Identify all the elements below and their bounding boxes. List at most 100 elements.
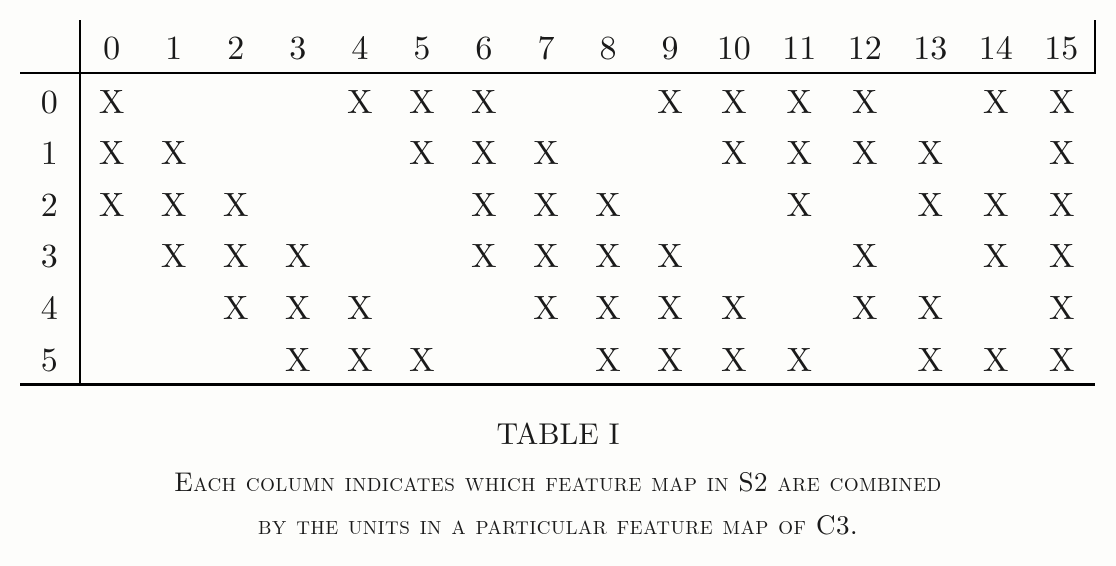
- cell: [143, 73, 205, 126]
- cell: X: [577, 177, 639, 229]
- cell: [391, 228, 453, 280]
- table-row: 4 X X X X X X X X X X: [20, 280, 1095, 332]
- cell: X: [267, 228, 329, 280]
- cell: [267, 73, 329, 126]
- caption-text-line1: Each column indicates which feature map …: [20, 459, 1096, 502]
- cell: X: [143, 125, 205, 177]
- cell: [639, 125, 701, 177]
- cell: [898, 228, 963, 280]
- col-header: 15: [1029, 20, 1096, 73]
- cell: X: [453, 125, 515, 177]
- table-row: 5 X X X X X X X X X X: [20, 332, 1095, 385]
- col-header: 14: [963, 20, 1028, 73]
- cell: [832, 177, 897, 229]
- cell: X: [701, 73, 766, 126]
- col-header: 13: [898, 20, 963, 73]
- cell: [453, 280, 515, 332]
- col-header: 10: [701, 20, 766, 73]
- cell: X: [898, 125, 963, 177]
- cell: X: [1029, 228, 1096, 280]
- cell: [80, 280, 143, 332]
- cell: X: [898, 332, 963, 385]
- cell: [329, 125, 391, 177]
- cell: [639, 177, 701, 229]
- cell: X: [963, 177, 1028, 229]
- row-header: 2: [20, 177, 80, 229]
- col-header: 1: [143, 20, 205, 73]
- cell: X: [80, 177, 143, 229]
- cell: X: [701, 125, 766, 177]
- cell: X: [832, 228, 897, 280]
- cell: X: [143, 177, 205, 229]
- cell: X: [963, 228, 1028, 280]
- cell: X: [80, 73, 143, 126]
- cell: [767, 228, 832, 280]
- cell: X: [1029, 332, 1096, 385]
- caption-text-line2: by the units in a particular feature map…: [20, 502, 1096, 545]
- cell: X: [767, 125, 832, 177]
- cell: X: [832, 73, 897, 126]
- table-row: 3 X X X X X X X X X X: [20, 228, 1095, 280]
- cell: X: [963, 332, 1028, 385]
- cell: X: [453, 228, 515, 280]
- cell: [963, 280, 1028, 332]
- cell: X: [515, 228, 577, 280]
- corner-cell: [20, 20, 80, 73]
- col-header: 3: [267, 20, 329, 73]
- col-header: 7: [515, 20, 577, 73]
- cell: [515, 73, 577, 126]
- table-container: 0 1 2 3 4 5 6 7 8 9 10 11 12 13 14 15 0 …: [20, 20, 1096, 546]
- cell: X: [205, 177, 267, 229]
- cell: [832, 332, 897, 385]
- cell: [267, 177, 329, 229]
- cell: [205, 73, 267, 126]
- table-caption: TABLE I Each column indicates which feat…: [20, 410, 1096, 545]
- col-header: 11: [767, 20, 832, 73]
- cell: X: [639, 280, 701, 332]
- cell: X: [453, 177, 515, 229]
- row-header: 4: [20, 280, 80, 332]
- cell: X: [577, 280, 639, 332]
- cell: [391, 280, 453, 332]
- row-header: 0: [20, 73, 80, 126]
- cell: X: [453, 73, 515, 126]
- cell: X: [205, 280, 267, 332]
- cell: [963, 125, 1028, 177]
- cell: [267, 125, 329, 177]
- cell: [577, 125, 639, 177]
- cell: X: [205, 228, 267, 280]
- row-header: 3: [20, 228, 80, 280]
- cell: X: [963, 73, 1028, 126]
- cell: [453, 332, 515, 385]
- cell: X: [267, 332, 329, 385]
- cell: [80, 228, 143, 280]
- cell: X: [701, 332, 766, 385]
- col-header: 4: [329, 20, 391, 73]
- col-header: 6: [453, 20, 515, 73]
- cell: X: [767, 332, 832, 385]
- cell: X: [329, 280, 391, 332]
- cell: [143, 280, 205, 332]
- cell: X: [577, 332, 639, 385]
- cell: X: [515, 280, 577, 332]
- cell: X: [80, 125, 143, 177]
- cell: X: [515, 177, 577, 229]
- table-row: 2 X X X X X X X X X X: [20, 177, 1095, 229]
- cell: X: [267, 280, 329, 332]
- cell: [205, 332, 267, 385]
- cell: X: [701, 280, 766, 332]
- cell: [515, 332, 577, 385]
- cell: X: [767, 177, 832, 229]
- row-header: 5: [20, 332, 80, 385]
- cell: X: [639, 228, 701, 280]
- connection-table: 0 1 2 3 4 5 6 7 8 9 10 11 12 13 14 15 0 …: [20, 20, 1096, 386]
- cell: [80, 332, 143, 385]
- cell: [329, 228, 391, 280]
- cell: X: [329, 332, 391, 385]
- cell: X: [391, 332, 453, 385]
- cell: X: [898, 280, 963, 332]
- cell: X: [329, 73, 391, 126]
- cell: X: [391, 73, 453, 126]
- cell: X: [391, 125, 453, 177]
- cell: [701, 228, 766, 280]
